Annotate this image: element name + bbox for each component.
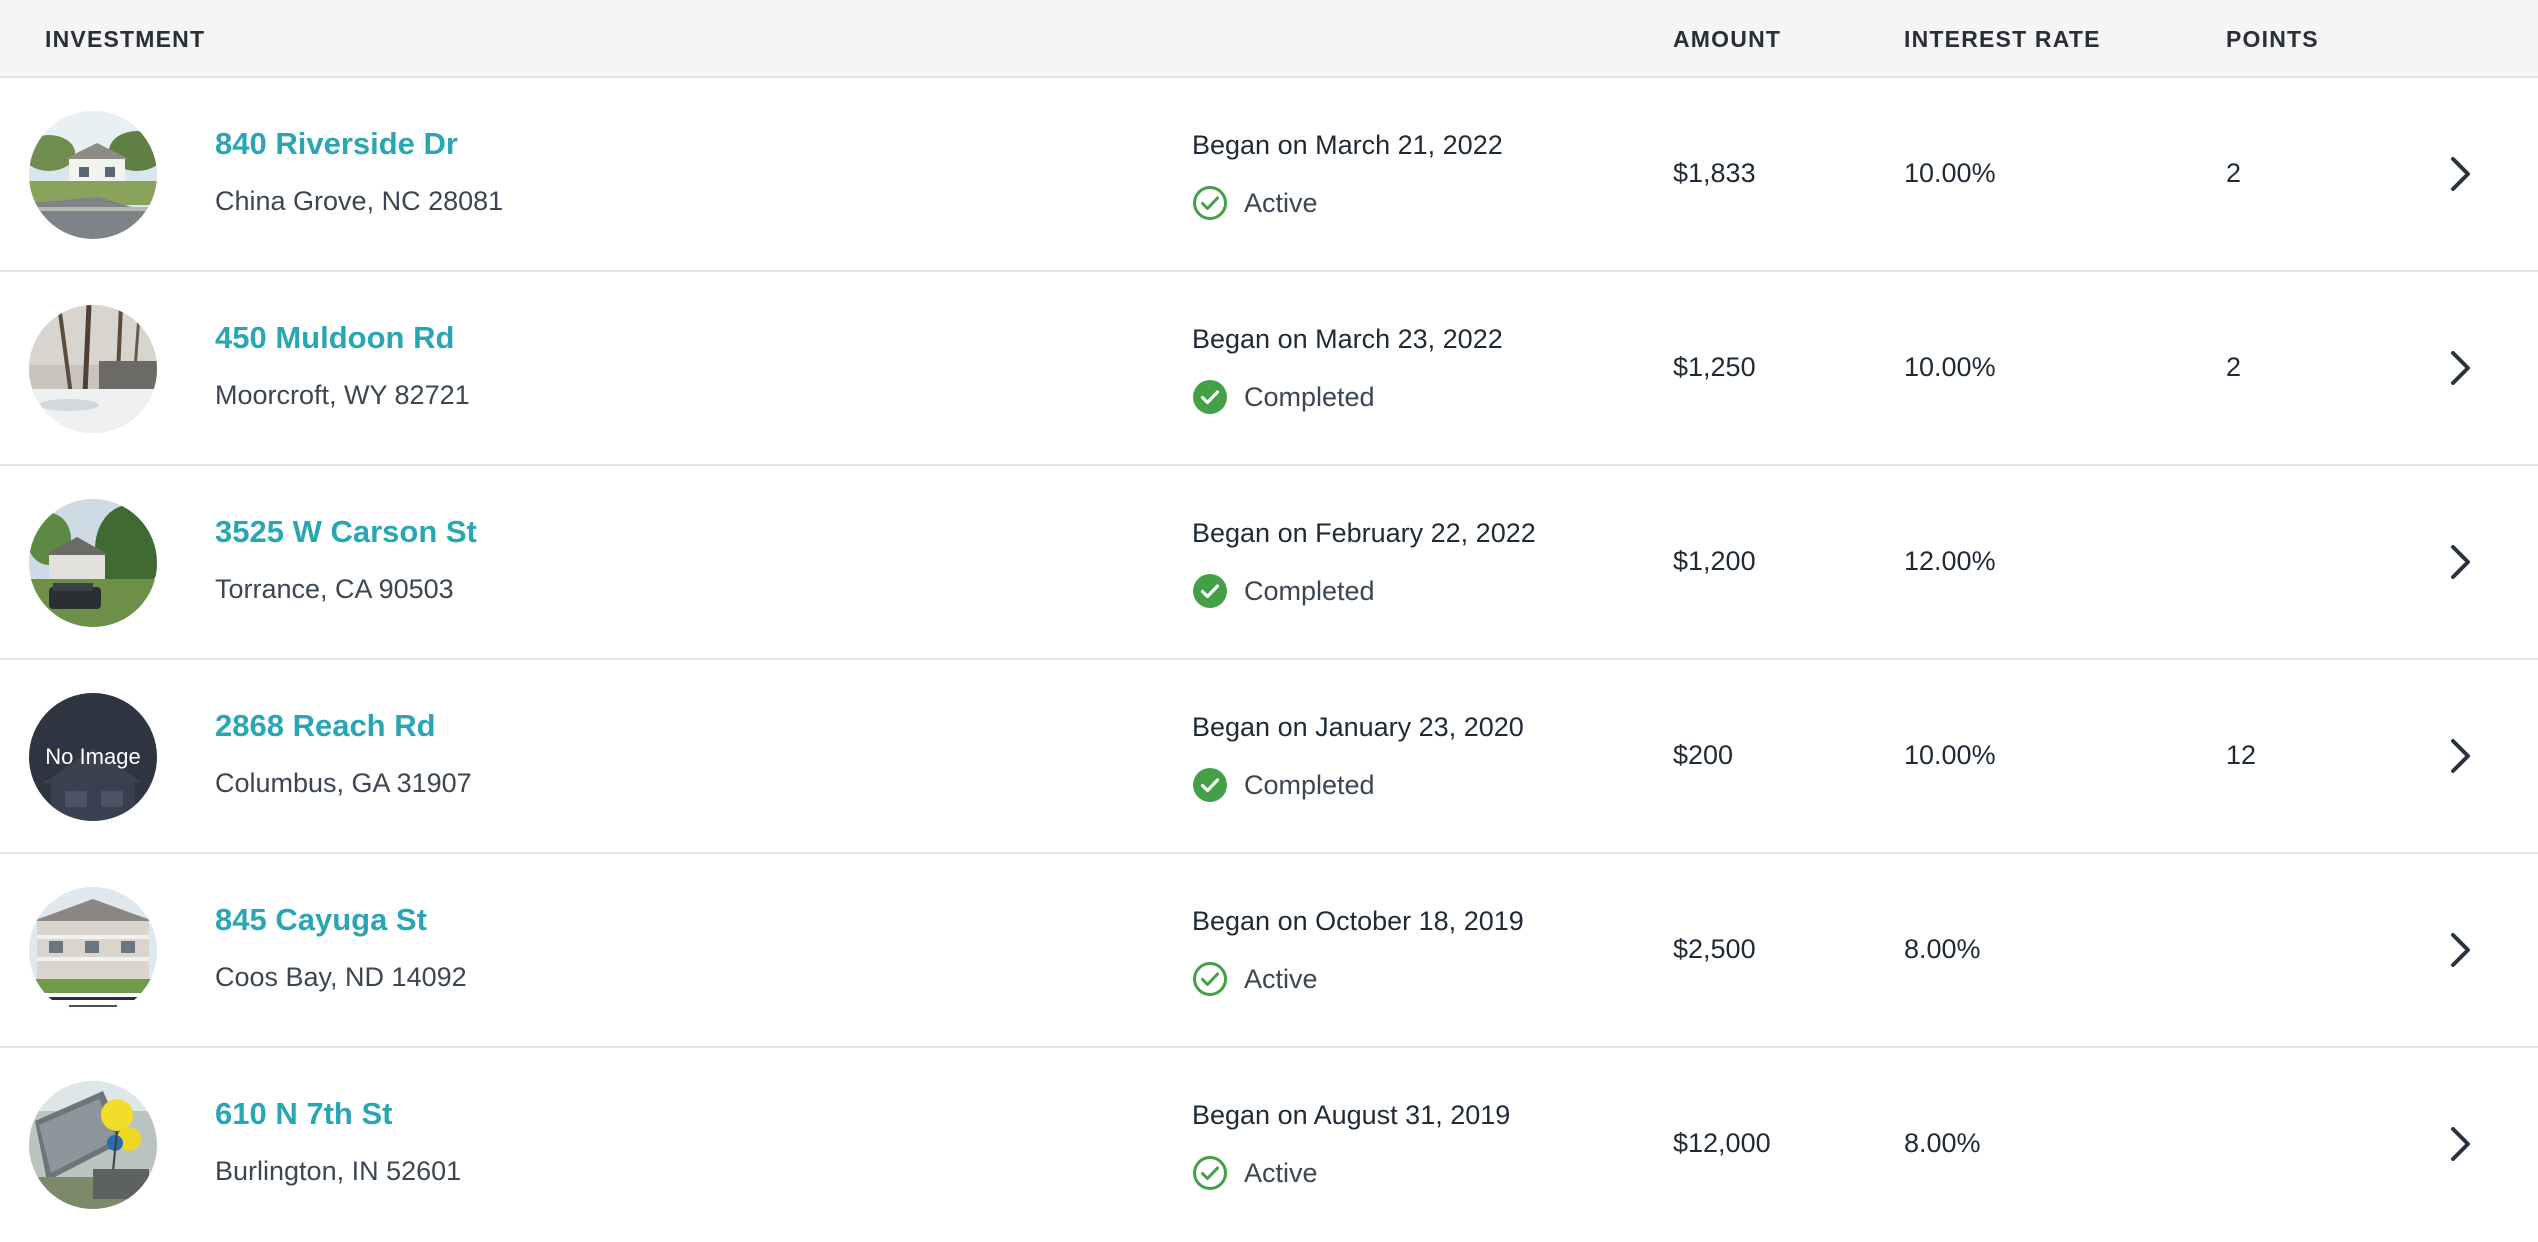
column-header-interest-rate[interactable]: INTEREST RATE bbox=[1904, 26, 2101, 53]
chevron-right-icon[interactable] bbox=[2440, 1124, 2480, 1164]
table-row[interactable]: No Image 2868 Reach Rd Columbus, GA 3190… bbox=[0, 660, 2538, 854]
table-row[interactable]: 845 Cayuga St Coos Bay, ND 14092 Began o… bbox=[0, 854, 2538, 1048]
start-date: Began on October 18, 2019 bbox=[1192, 906, 1524, 936]
no-image-label: No Image bbox=[45, 744, 141, 769]
column-header-points[interactable]: POINTS bbox=[2226, 26, 2319, 53]
check-circle-filled-icon bbox=[1193, 768, 1227, 802]
interest-rate: 8.00% bbox=[1904, 1128, 1981, 1158]
property-photo bbox=[29, 1081, 157, 1209]
interest-rate: 12.00% bbox=[1904, 546, 1996, 576]
property-photo bbox=[29, 887, 157, 1015]
status-text: Active bbox=[1244, 963, 1318, 994]
investment-amount: $200 bbox=[1673, 740, 1734, 770]
interest-rate: 8.00% bbox=[1904, 934, 1981, 964]
column-header-amount[interactable]: AMOUNT bbox=[1673, 26, 1781, 53]
status-badge: Active bbox=[1192, 184, 1318, 222]
property-photo bbox=[29, 111, 157, 239]
property-city: Columbus, GA 31907 bbox=[215, 768, 472, 798]
property-photo bbox=[29, 305, 157, 433]
check-circle-outline-icon bbox=[1193, 186, 1227, 220]
status-text: Active bbox=[1244, 187, 1318, 218]
chevron-right-icon[interactable] bbox=[2440, 348, 2480, 388]
no-image-placeholder: No Image bbox=[29, 693, 157, 821]
investment-amount: $12,000 bbox=[1673, 1128, 1771, 1158]
status-text: Completed bbox=[1244, 769, 1375, 800]
status-text: Completed bbox=[1244, 381, 1375, 412]
chevron-right-icon[interactable] bbox=[2440, 542, 2480, 582]
points: 2 bbox=[2226, 352, 2242, 382]
start-date: Began on March 23, 2022 bbox=[1192, 324, 1503, 354]
property-address-link[interactable]: 845 Cayuga St bbox=[215, 902, 427, 938]
status-badge: Completed bbox=[1192, 572, 1375, 610]
investment-amount: $2,500 bbox=[1673, 934, 1756, 964]
status-badge: Completed bbox=[1192, 766, 1375, 804]
property-photo bbox=[29, 499, 157, 627]
start-date: Began on March 21, 2022 bbox=[1192, 130, 1503, 160]
property-city: Torrance, CA 90503 bbox=[215, 574, 454, 604]
check-circle-filled-icon bbox=[1193, 574, 1227, 608]
status-text: Completed bbox=[1244, 575, 1375, 606]
check-circle-filled-icon bbox=[1193, 380, 1227, 414]
table-row[interactable]: 3525 W Carson St Torrance, CA 90503 Bega… bbox=[0, 466, 2538, 660]
check-circle-outline-icon bbox=[1193, 962, 1227, 996]
check-circle-outline-icon bbox=[1193, 1156, 1227, 1190]
property-city: Moorcroft, WY 82721 bbox=[215, 380, 470, 410]
investment-amount: $1,200 bbox=[1673, 546, 1756, 576]
property-city: Coos Bay, ND 14092 bbox=[215, 962, 467, 992]
property-address-link[interactable]: 2868 Reach Rd bbox=[215, 708, 436, 744]
table-header: INVESTMENT AMOUNT INTEREST RATE POINTS bbox=[0, 0, 2538, 78]
property-city: Burlington, IN 52601 bbox=[215, 1156, 462, 1186]
property-address-link[interactable]: 450 Muldoon Rd bbox=[215, 320, 454, 356]
chevron-right-icon[interactable] bbox=[2440, 736, 2480, 776]
investment-amount: $1,833 bbox=[1673, 158, 1756, 188]
points: 2 bbox=[2226, 158, 2242, 188]
table-row[interactable]: 840 Riverside Dr China Grove, NC 28081 B… bbox=[0, 78, 2538, 272]
points: 12 bbox=[2226, 740, 2257, 770]
interest-rate: 10.00% bbox=[1904, 740, 1996, 770]
status-badge: Active bbox=[1192, 1154, 1318, 1192]
column-header-investment[interactable]: INVESTMENT bbox=[45, 26, 205, 53]
table-row[interactable]: 610 N 7th St Burlington, IN 52601 Began … bbox=[0, 1048, 2538, 1242]
property-address-link[interactable]: 3525 W Carson St bbox=[215, 514, 477, 550]
interest-rate: 10.00% bbox=[1904, 158, 1996, 188]
table-row[interactable]: 450 Muldoon Rd Moorcroft, WY 82721 Began… bbox=[0, 272, 2538, 466]
start-date: Began on January 23, 2020 bbox=[1192, 712, 1524, 742]
start-date: Began on August 31, 2019 bbox=[1192, 1100, 1511, 1130]
property-address-link[interactable]: 840 Riverside Dr bbox=[215, 126, 458, 162]
chevron-right-icon[interactable] bbox=[2440, 930, 2480, 970]
investment-amount: $1,250 bbox=[1673, 352, 1756, 382]
start-date: Began on February 22, 2022 bbox=[1192, 518, 1536, 548]
property-city: China Grove, NC 28081 bbox=[215, 186, 504, 216]
status-badge: Active bbox=[1192, 960, 1318, 998]
property-address-link[interactable]: 610 N 7th St bbox=[215, 1096, 392, 1132]
chevron-right-icon[interactable] bbox=[2440, 154, 2480, 194]
table-body: 840 Riverside Dr China Grove, NC 28081 B… bbox=[0, 78, 2538, 1242]
status-text: Active bbox=[1244, 1157, 1318, 1188]
investments-table: INVESTMENT AMOUNT INTEREST RATE POINTS 8… bbox=[0, 0, 2538, 1242]
status-badge: Completed bbox=[1192, 378, 1375, 416]
interest-rate: 10.00% bbox=[1904, 352, 1996, 382]
